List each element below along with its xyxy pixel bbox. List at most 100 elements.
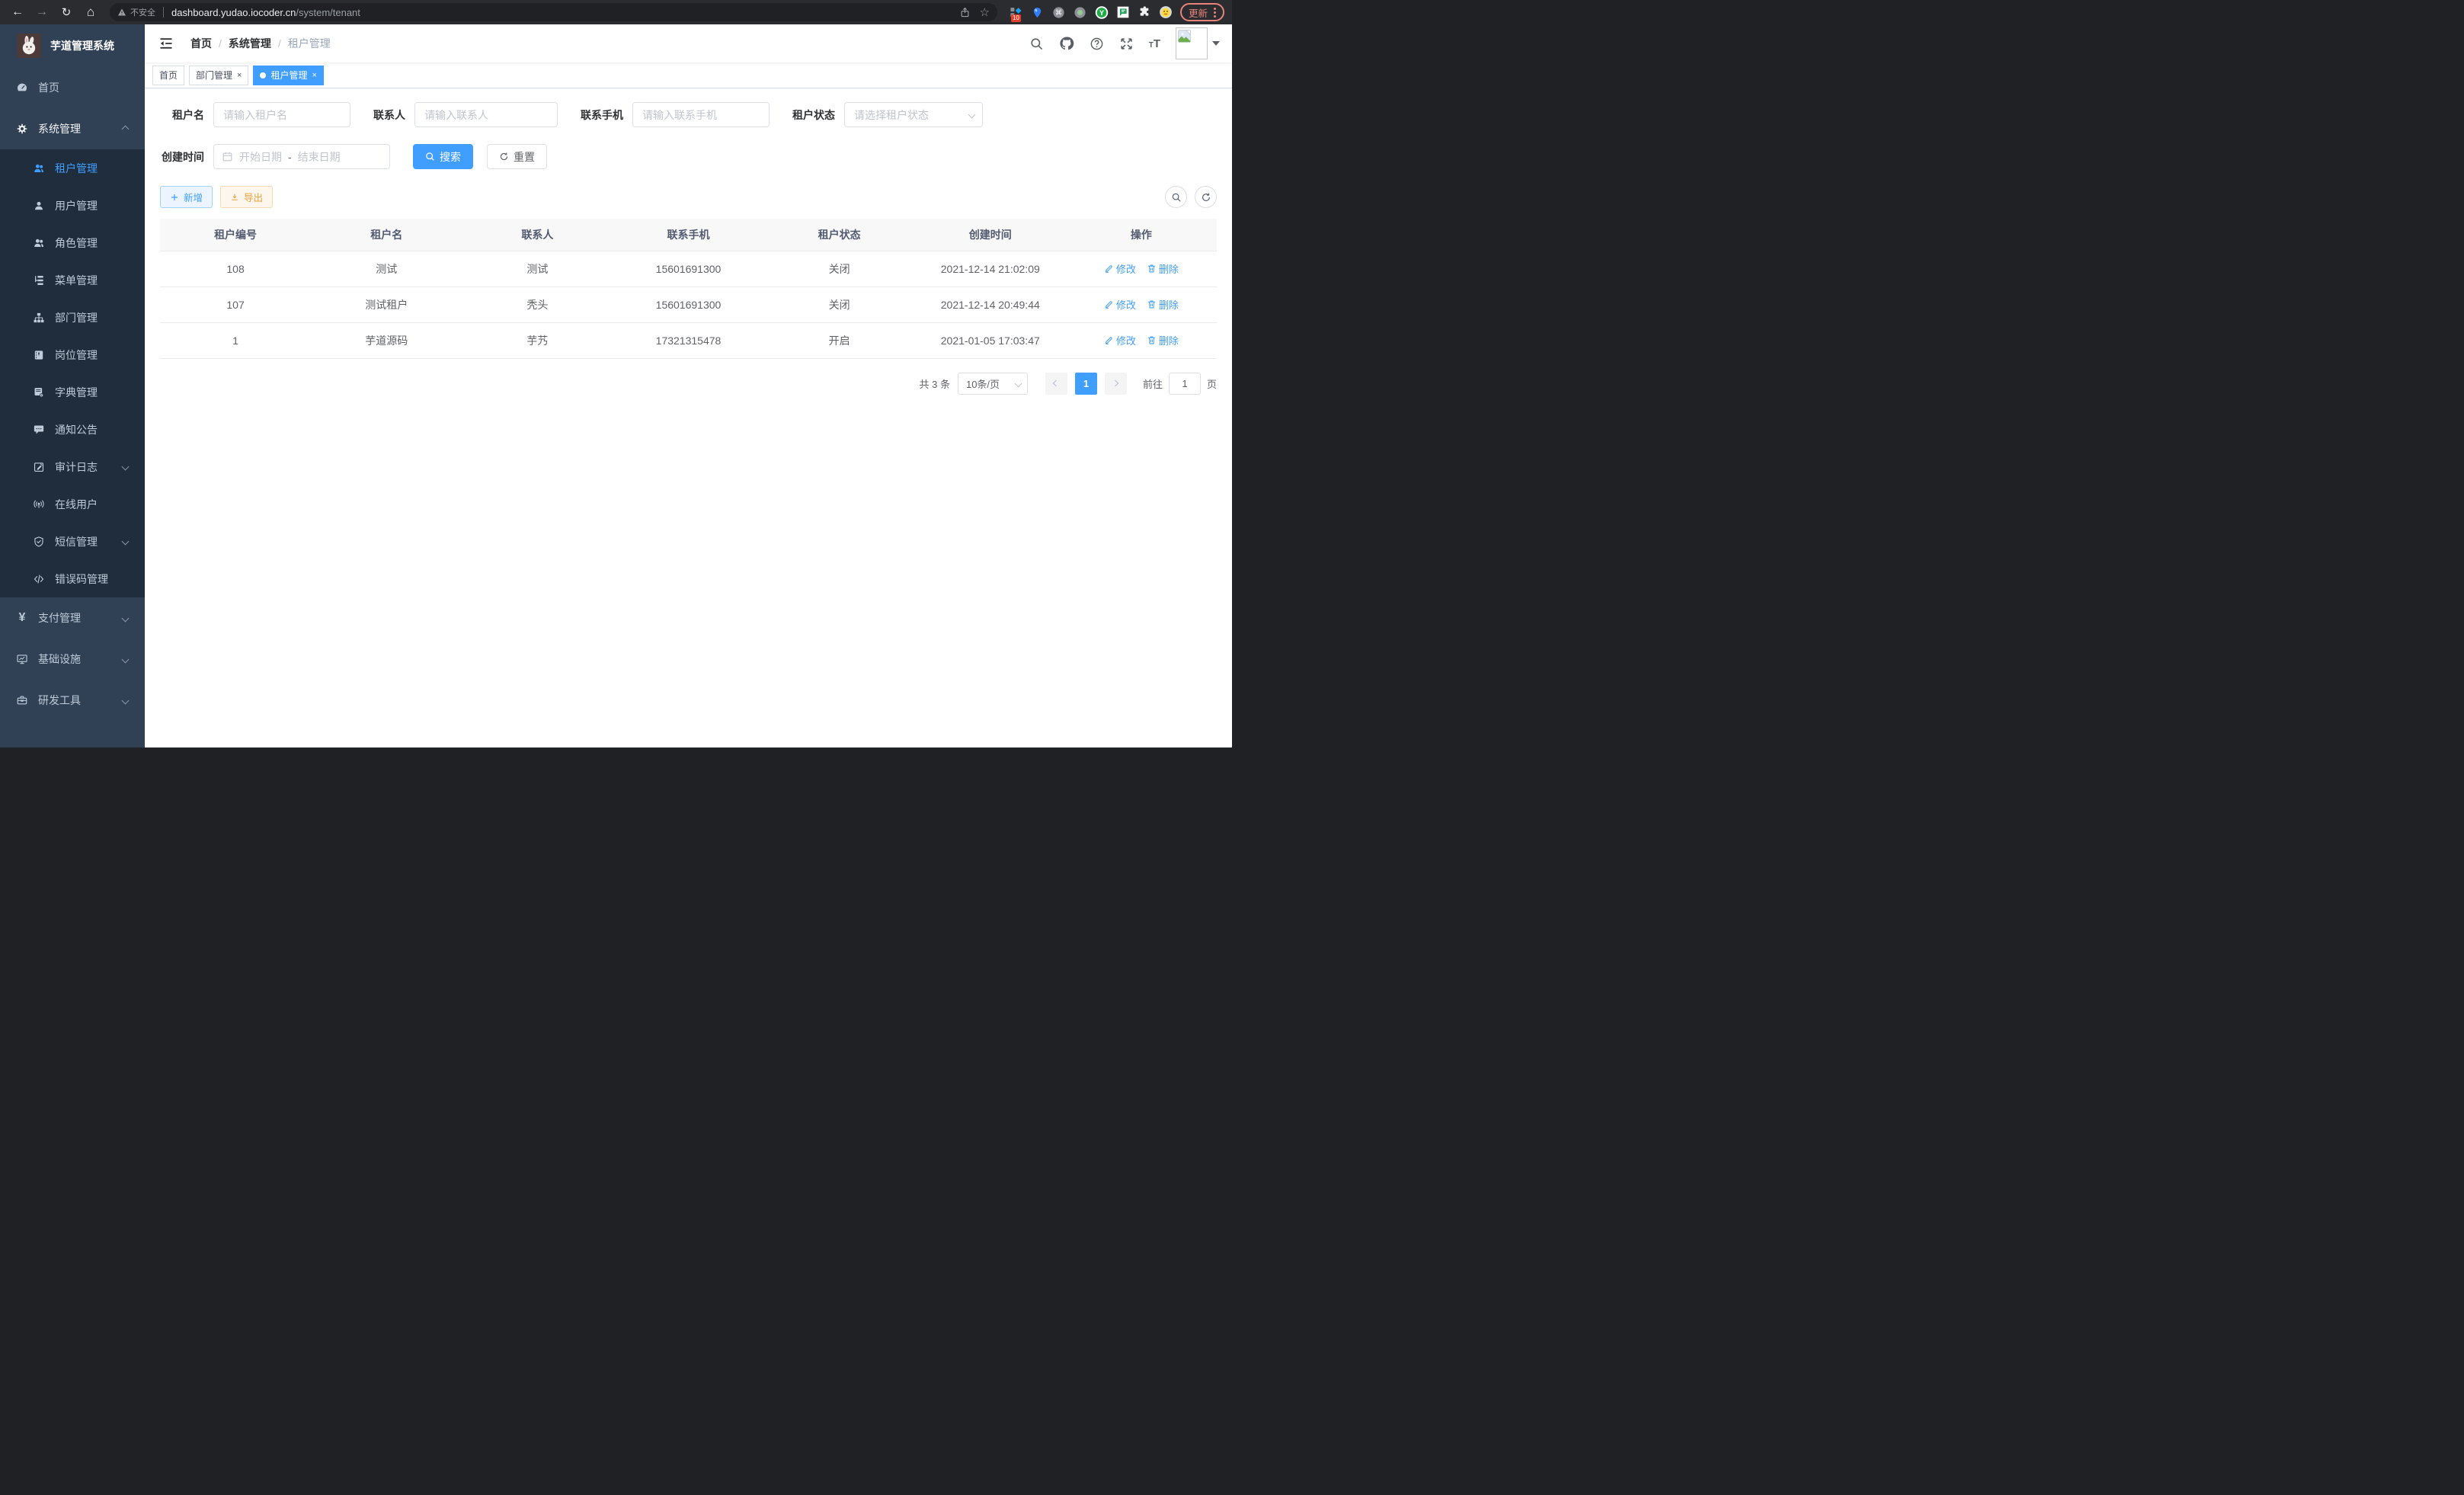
sidebar-item-online-users[interactable]: 在线用户 — [0, 485, 145, 523]
breadcrumb: 首页 / 系统管理 / 租户管理 — [190, 36, 331, 51]
toggle-search-button[interactable] — [1165, 186, 1187, 208]
sidebar-item-notice-announcement[interactable]: 通知公告 — [0, 411, 145, 448]
fullscreen-icon[interactable] — [1119, 37, 1134, 51]
reset-button[interactable]: 重置 — [487, 144, 547, 169]
tab-dept-management[interactable]: 部门管理 × — [189, 66, 248, 85]
extension-puzzle-icon[interactable] — [1138, 5, 1151, 19]
sidebar-item-label: 用户管理 — [55, 198, 98, 213]
contact-input[interactable] — [414, 102, 558, 127]
tab-close-icon[interactable]: × — [237, 71, 242, 80]
add-button[interactable]: 新增 — [160, 186, 213, 208]
sidebar-item-sms-management[interactable]: 短信管理 — [0, 523, 145, 560]
edit-link[interactable]: 修改 — [1104, 297, 1136, 312]
tab-tenant-management[interactable]: 租户管理× — [253, 66, 323, 85]
browser-home-button[interactable]: ⌂ — [81, 2, 101, 22]
status-select[interactable]: 请选择租户状态 — [844, 102, 983, 127]
browser-update-button[interactable]: 更新 — [1180, 3, 1224, 21]
svg-text:⌘: ⌘ — [1055, 8, 1062, 16]
help-icon[interactable] — [1090, 37, 1104, 51]
users-icon — [32, 237, 46, 249]
sidebar-collapse-icon[interactable] — [158, 36, 174, 51]
browser-reload-button[interactable]: ↻ — [56, 2, 76, 22]
url-text: dashboard.yudao.iocoder.cn/system/tenant — [171, 7, 360, 18]
site-security-warning[interactable]: 不安全 — [117, 6, 155, 18]
export-button[interactable]: 导出 — [220, 186, 273, 208]
user-avatar-menu[interactable] — [1176, 27, 1220, 59]
chevron-up-icon — [122, 125, 130, 133]
goto-page-input[interactable] — [1169, 373, 1201, 395]
github-icon[interactable] — [1059, 36, 1074, 51]
pagination: 共 3 条 10条/页 1 前往 页 — [160, 373, 1217, 395]
address-bar[interactable]: 不安全 dashboard.yudao.iocoder.cn/system/te… — [110, 3, 997, 21]
edit-link[interactable]: 修改 — [1104, 261, 1136, 276]
breadcrumb-home[interactable]: 首页 — [190, 36, 212, 51]
sidebar-item-post-management[interactable]: 岗位管理 — [0, 336, 145, 373]
page-size-select[interactable]: 10条/页 — [958, 373, 1028, 395]
sidebar-item-label: 短信管理 — [55, 534, 98, 549]
contact-label: 联系人 — [373, 107, 405, 123]
sidebar-item-dev-tools[interactable]: 研发工具 — [0, 680, 145, 721]
extension-command-icon[interactable]: ⌘ — [1052, 5, 1066, 19]
sidebar-item-dept-management[interactable]: 部门管理 — [0, 299, 145, 336]
sidebar-item-infrastructure[interactable]: 基础设施 — [0, 639, 145, 680]
sidebar-item-error-code-management[interactable]: 错误码管理 — [0, 560, 145, 597]
browser-menu-icon[interactable] — [1214, 8, 1216, 18]
sidebar-item-tenant-management[interactable]: 租户管理 — [0, 149, 145, 187]
browser-back-button[interactable]: ← — [8, 2, 27, 22]
sidebar-item-label: 角色管理 — [55, 235, 98, 251]
extension-y-icon[interactable]: Y — [1095, 5, 1109, 19]
next-page-button[interactable] — [1105, 373, 1127, 395]
avatar-caret-icon — [1212, 41, 1220, 46]
sidebar-item-label: 菜单管理 — [55, 273, 98, 288]
create-time-range-picker[interactable]: 开始日期 - 结束日期 — [213, 144, 390, 169]
cell-status: 开启 — [764, 322, 915, 358]
sidebar-item-system-management[interactable]: 系统管理 — [0, 108, 145, 149]
gear-icon — [15, 123, 29, 135]
chevron-down-icon — [122, 655, 130, 663]
sidebar-item-audit-log[interactable]: 审计日志 — [0, 448, 145, 485]
tab-close-icon[interactable]: × — [312, 71, 316, 80]
dashboard-icon — [15, 82, 29, 94]
search-button[interactable]: 搜索 — [413, 144, 473, 169]
tenant-name-input[interactable] — [213, 102, 350, 127]
badge-icon — [32, 349, 46, 361]
browser-forward-button[interactable]: → — [32, 2, 52, 22]
extension-kit-icon[interactable]: 10 — [1010, 5, 1023, 19]
table-body: 108测试测试15601691300关闭2021-12-14 21:02:09修… — [160, 251, 1217, 358]
extension-chat-icon[interactable] — [1116, 5, 1130, 19]
sidebar-item-dict-management[interactable]: 字典管理 — [0, 373, 145, 411]
sidebar-item-home[interactable]: 首页 — [0, 67, 145, 108]
sidebar-item-label: 研发工具 — [38, 693, 81, 708]
bookmark-star-icon[interactable]: ☆ — [980, 5, 990, 19]
extensions-row: 10 ⌘ Y — [1010, 5, 1173, 19]
chevron-down-icon — [122, 463, 130, 471]
extension-pin-icon[interactable] — [1031, 5, 1045, 19]
cell-name: 测试 — [311, 251, 462, 287]
delete-link[interactable]: 删除 — [1147, 261, 1179, 276]
column-header: 租户状态 — [764, 219, 915, 251]
table-row: 1芋道源码芋艿17321315478开启2021-01-05 17:03:47修… — [160, 322, 1217, 358]
sidebar-item-label: 岗位管理 — [55, 347, 98, 363]
sidebar-item-menu-management[interactable]: 菜单管理 — [0, 261, 145, 299]
font-size-icon[interactable]: TT — [1149, 37, 1160, 50]
sitemap-icon — [32, 312, 46, 324]
extension-emoji-icon[interactable] — [1159, 5, 1173, 19]
refresh-table-button[interactable] — [1195, 186, 1217, 208]
share-icon[interactable] — [959, 7, 971, 18]
header-search-icon[interactable] — [1029, 37, 1044, 51]
sidebar-item-payment-management[interactable]: ¥支付管理 — [0, 597, 145, 639]
top-navbar: 首页 / 系统管理 / 租户管理 — [145, 24, 1232, 62]
app-logo[interactable]: 芋道管理系统 — [0, 24, 145, 67]
edit-link[interactable]: 修改 — [1104, 333, 1136, 347]
tab-label: 部门管理 — [196, 69, 232, 82]
breadcrumb-system[interactable]: 系统管理 — [229, 36, 271, 51]
prev-page-button[interactable] — [1045, 373, 1067, 395]
extension-recorder-icon[interactable] — [1074, 5, 1087, 19]
mobile-input[interactable] — [632, 102, 770, 127]
tab-home[interactable]: 首页 — [152, 66, 184, 85]
delete-link[interactable]: 删除 — [1147, 297, 1179, 312]
sidebar-item-role-management[interactable]: 角色管理 — [0, 224, 145, 261]
sidebar-item-user-management[interactable]: 用户管理 — [0, 187, 145, 224]
current-page-button[interactable]: 1 — [1075, 373, 1097, 395]
delete-link[interactable]: 删除 — [1147, 333, 1179, 347]
